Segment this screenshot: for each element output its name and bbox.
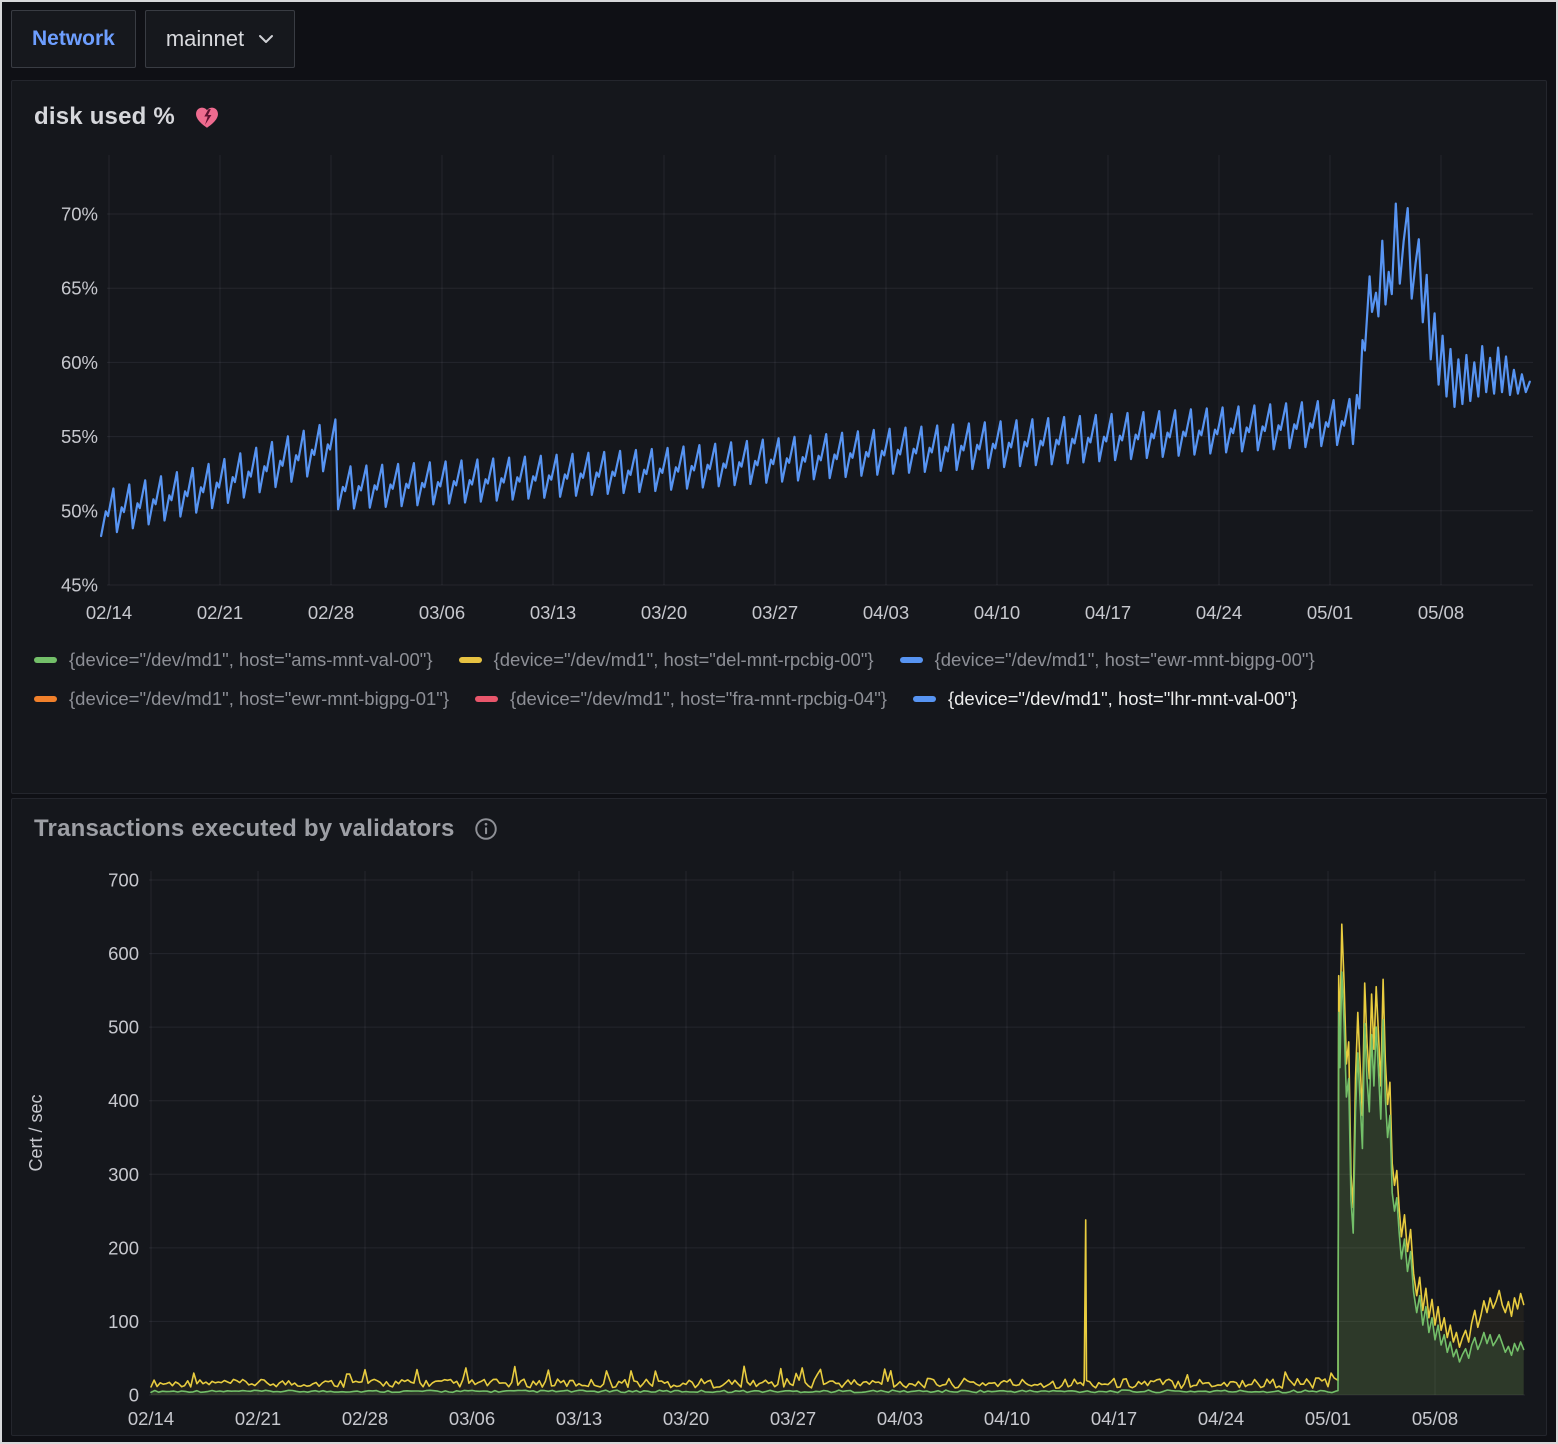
y-tick-label: 60% [61, 352, 98, 373]
legend-label: {device="/dev/md1", host="lhr-mnt-val-00… [948, 688, 1297, 710]
panel-title: Transactions executed by validators [34, 815, 455, 843]
y-tick-label: 55% [61, 426, 98, 447]
x-tick-label: 03/20 [641, 602, 687, 623]
legend-item[interactable]: {device="/dev/md1", host="ewr-mnt-bigpg-… [34, 688, 449, 710]
legend-label: {device="/dev/md1", host="ams-mnt-val-00… [69, 649, 433, 671]
x-tick-label: 02/14 [86, 602, 132, 623]
y-tick-label: 300 [108, 1164, 139, 1185]
network-variable-label: Network [32, 27, 115, 51]
y-axis-label: Cert / sec [26, 1094, 46, 1171]
legend-swatch [34, 696, 57, 702]
legend-item[interactable]: {device="/dev/md1", host="ewr-mnt-bigpg-… [900, 649, 1315, 671]
legend-label: {device="/dev/md1", host="ewr-mnt-bigpg-… [935, 649, 1315, 671]
x-tick-label: 02/28 [342, 1408, 388, 1429]
panel-title: disk used % [34, 103, 175, 131]
toolbar: Network mainnet [11, 10, 1547, 68]
x-tick-label: 03/13 [556, 1408, 602, 1429]
legend-swatch [34, 657, 57, 663]
disk-used-panel: disk used % 45% 50% 55% 60% 65% 70% 02/14 02/21… [11, 80, 1547, 794]
series-line [101, 204, 1530, 536]
x-tick-label: 05/01 [1307, 602, 1353, 623]
chevron-down-icon [258, 34, 274, 44]
legend-item[interactable]: {device="/dev/md1", host="ams-mnt-val-00… [34, 649, 433, 671]
legend-swatch [900, 657, 923, 663]
y-tick-label: 400 [108, 1090, 139, 1111]
legend-item[interactable]: {device="/dev/md1", host="del-mnt-rpcbig… [459, 649, 874, 671]
y-tick-label: 700 [108, 870, 139, 891]
series-line [151, 972, 1524, 1393]
legend-label: {device="/dev/md1", host="del-mnt-rpcbig… [494, 649, 874, 671]
series-line [151, 924, 1524, 1388]
x-tick-label: 02/28 [308, 602, 354, 623]
x-tick-label: 05/08 [1412, 1408, 1458, 1429]
x-tick-label: 04/24 [1196, 602, 1242, 623]
broken-heart-icon [193, 103, 221, 131]
transactions-panel-header[interactable]: Transactions executed by validators [12, 799, 1546, 847]
transactions-panel: Transactions executed by validators 0 100… [11, 798, 1547, 1436]
info-icon[interactable] [473, 816, 499, 842]
y-tick-label: 100 [108, 1311, 139, 1332]
y-tick-label: 500 [108, 1017, 139, 1038]
disk-usage-chart[interactable]: 45% 50% 55% 60% 65% 70% 02/14 02/21 02/28 03/06 03… [12, 137, 1546, 637]
x-tick-label: 04/24 [1198, 1408, 1244, 1429]
x-tick-label: 03/06 [449, 1408, 495, 1429]
x-tick-label: 03/20 [663, 1408, 709, 1429]
x-tick-label: 03/27 [752, 602, 798, 623]
x-tick-label: 04/03 [877, 1408, 923, 1429]
network-variable-dropdown[interactable]: mainnet [145, 10, 295, 68]
disk-used-panel-header[interactable]: disk used % [12, 81, 1546, 137]
legend-item[interactable]: {device="/dev/md1", host="fra-mnt-rpcbig… [475, 688, 887, 710]
x-tick-label: 02/14 [128, 1408, 174, 1429]
transactions-chart[interactable]: 0 100 200 300 400 500 600 700 02/14 02/21 02/28 03/… [12, 847, 1546, 1435]
y-tick-label: 70% [61, 204, 98, 225]
x-tick-label: 03/27 [770, 1408, 816, 1429]
legend-swatch [475, 696, 498, 702]
y-tick-label: 65% [61, 278, 98, 299]
y-tick-label: 600 [108, 943, 139, 964]
x-tick-label: 04/17 [1085, 602, 1131, 623]
x-tick-label: 02/21 [235, 1408, 281, 1429]
x-tick-label: 03/13 [530, 602, 576, 623]
series-fill [151, 924, 1524, 1395]
series-fill [151, 972, 1524, 1395]
network-variable-label-box: Network [11, 10, 136, 68]
x-tick-label: 04/03 [863, 602, 909, 623]
grafana-dashboard: Network mainnet disk used % 45% 50% 55% 60%… [0, 0, 1558, 1444]
network-variable-value: mainnet [166, 26, 244, 52]
x-tick-label: 02/21 [197, 602, 243, 623]
x-tick-label: 04/10 [974, 602, 1020, 623]
x-tick-label: 04/17 [1091, 1408, 1137, 1429]
y-tick-label: 200 [108, 1237, 139, 1258]
y-tick-label: 50% [61, 500, 98, 521]
legend-swatch [913, 696, 936, 702]
y-tick-label: 45% [61, 575, 98, 596]
legend-swatch [459, 657, 482, 663]
legend-item[interactable]: {device="/dev/md1", host="lhr-mnt-val-00… [913, 688, 1297, 710]
x-tick-label: 04/10 [984, 1408, 1030, 1429]
disk-usage-legend: {device="/dev/md1", host="ams-mnt-val-00… [12, 637, 1546, 727]
legend-label: {device="/dev/md1", host="ewr-mnt-bigpg-… [69, 688, 449, 710]
x-tick-label: 05/08 [1418, 602, 1464, 623]
y-tick-label: 0 [129, 1385, 139, 1406]
x-tick-label: 05/01 [1305, 1408, 1351, 1429]
legend-label: {device="/dev/md1", host="fra-mnt-rpcbig… [510, 688, 887, 710]
x-tick-label: 03/06 [419, 602, 465, 623]
